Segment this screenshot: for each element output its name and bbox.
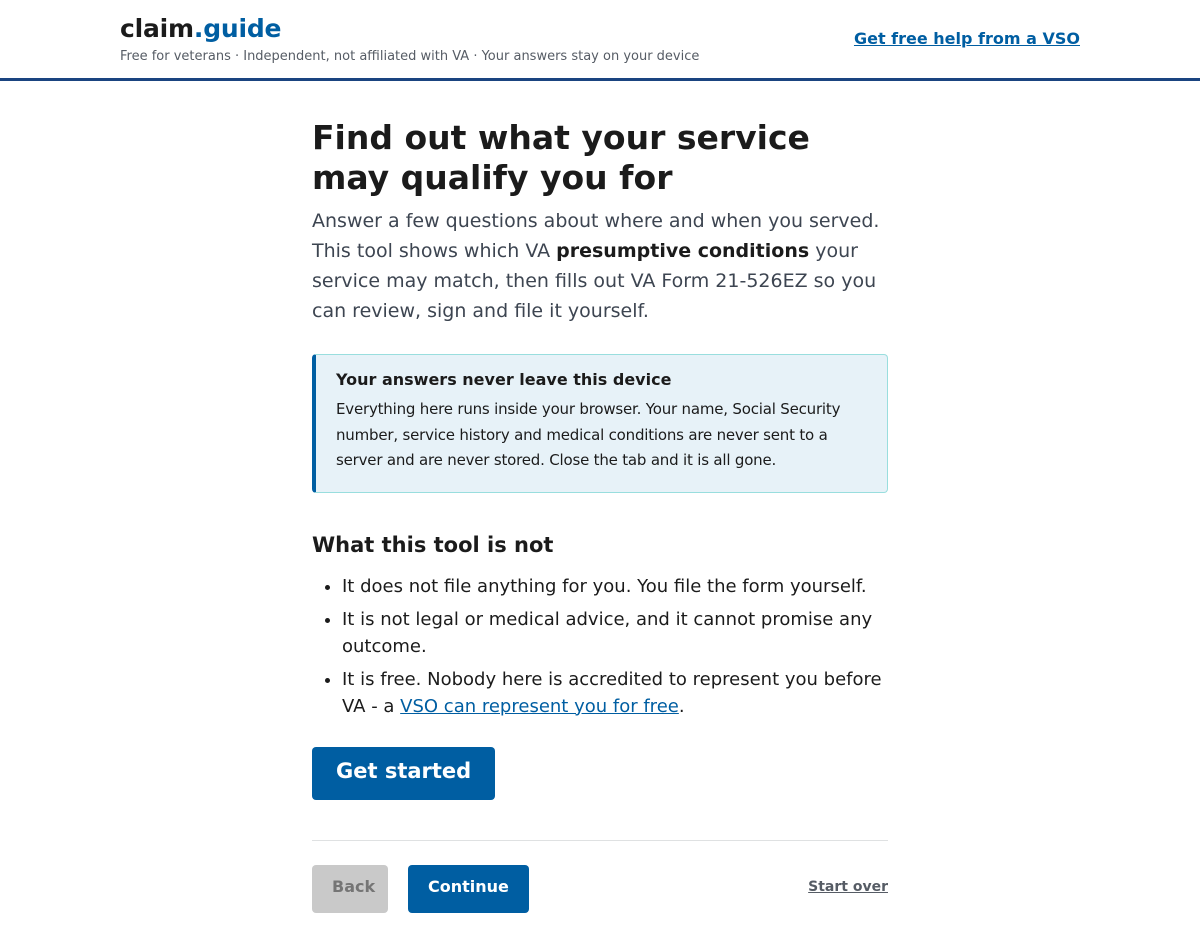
vso-represent-link[interactable]: VSO can represent you for free <box>400 696 679 717</box>
intro-paragraph: Answer a few questions about where and w… <box>312 206 888 326</box>
get-started-button[interactable]: Get started <box>312 746 496 800</box>
list-item: It is not legal or medical advice, and i… <box>342 606 888 660</box>
list-item: It does not file anything for you. You f… <box>342 573 888 600</box>
list-item: It is free. Nobody here is accredited to… <box>342 666 888 720</box>
main-content: Find out what your service may qualify y… <box>312 118 888 925</box>
section-heading: What this tool is not <box>312 532 554 557</box>
callout-title: Your answers never leave this device <box>336 370 672 389</box>
brand-tagline: Free for veterans · Independent, not aff… <box>120 49 700 64</box>
vso-help-link[interactable]: Get free help from a VSO <box>854 29 1080 48</box>
brand: claim.guide Free for veterans · Independ… <box>120 14 699 64</box>
callout-body: Everything here runs inside your browser… <box>336 400 841 469</box>
list-item-text: It is not legal or medical advice, and i… <box>342 608 873 657</box>
page-title: Find out what your service may qualify y… <box>312 118 810 197</box>
back-button[interactable]: Back <box>312 864 388 913</box>
divider <box>312 839 888 841</box>
brand-logo[interactable]: claim.guide <box>120 14 699 43</box>
continue-button[interactable]: Continue <box>408 864 529 913</box>
intro-bold-term: presumptive conditions <box>556 240 810 262</box>
start-over-link[interactable]: Start over <box>808 879 888 895</box>
not-list: It does not file anything for you. You f… <box>312 573 888 720</box>
privacy-callout: Your answers never leave this device Eve… <box>312 354 888 493</box>
step-navigation: Back Continue Start over <box>312 864 888 925</box>
list-item-text: It does not file anything for you. You f… <box>342 575 867 597</box>
brand-name: claim <box>120 14 194 43</box>
site-header: claim.guide Free for veterans · Independ… <box>0 0 1200 81</box>
brand-domain: .guide <box>193 14 282 43</box>
list-item-period: . <box>678 695 685 717</box>
